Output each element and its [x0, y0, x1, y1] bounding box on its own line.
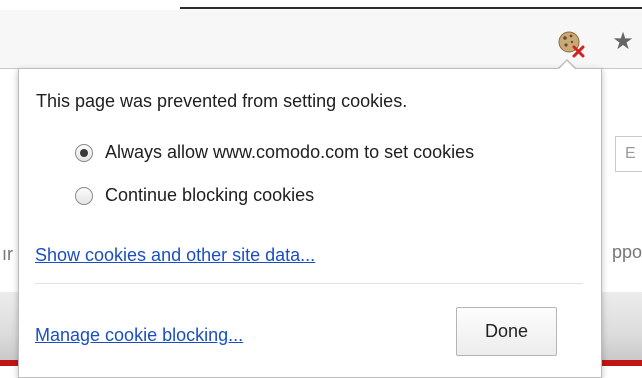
page-search-input[interactable]: E [615, 136, 642, 172]
blocked-cookies-message: This page was prevented from setting coo… [36, 91, 408, 111]
radio-label: Continue blocking cookies [105, 185, 315, 205]
radio-continue-blocking[interactable]: Continue blocking cookies [75, 185, 314, 206]
divider [35, 283, 583, 284]
done-button[interactable]: Done [456, 307, 557, 356]
radio-label: Always allow www.comodo.com to set cooki… [105, 142, 475, 162]
radio-always-allow[interactable]: Always allow www.comodo.com to set cooki… [75, 142, 474, 163]
manage-cookie-blocking-link[interactable]: Manage cookie blocking... [35, 325, 243, 346]
bookmark-star-icon[interactable]: ★ [610, 28, 636, 54]
cookie-blocked-icon[interactable] [557, 30, 587, 58]
browser-toolbar [0, 10, 642, 68]
radio-selected-dot [80, 148, 88, 157]
show-cookies-link[interactable]: Show cookies and other site data... [35, 245, 315, 266]
tab-edge [180, 7, 642, 9]
radio-button[interactable] [75, 143, 93, 162]
cookie-settings-bubble: This page was prevented from setting coo… [18, 68, 602, 378]
page-text-fragment: ppo [612, 242, 642, 262]
bubble-arrow-inner [558, 61, 576, 70]
page-text-fragment: ır [2, 244, 13, 264]
radio-button[interactable] [75, 186, 93, 205]
